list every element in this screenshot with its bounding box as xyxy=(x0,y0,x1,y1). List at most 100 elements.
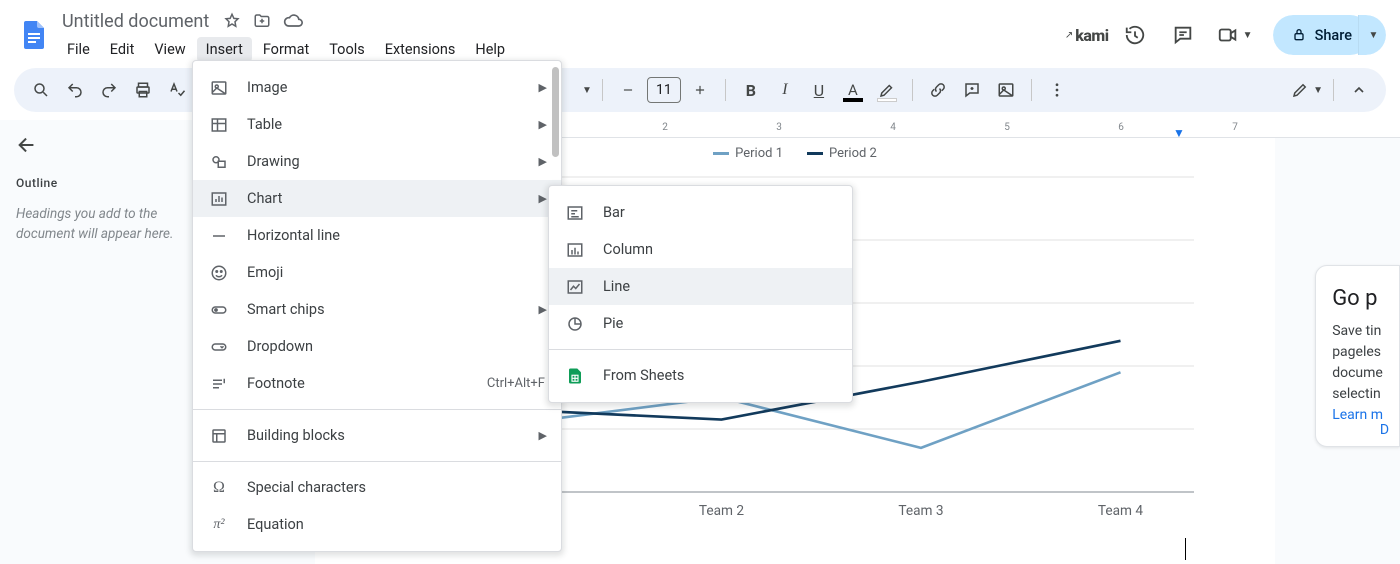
menu-view[interactable]: View xyxy=(145,37,194,62)
add-comment-icon[interactable] xyxy=(957,75,987,105)
highlight-color-icon[interactable] xyxy=(872,75,902,105)
insert-footnote[interactable]: Footnote Ctrl+Alt+F xyxy=(193,365,561,402)
line-chart-icon xyxy=(565,278,585,296)
more-icon[interactable] xyxy=(1042,75,1072,105)
menu-format[interactable]: Format xyxy=(254,37,318,62)
promo-title: Go p xyxy=(1332,286,1383,311)
outline-hint: Headings you add to the document will ap… xyxy=(16,204,179,245)
column-chart-icon xyxy=(565,241,585,259)
pie-chart-icon xyxy=(565,315,585,333)
promo-line: selectin xyxy=(1332,384,1383,405)
cloud-status-icon[interactable] xyxy=(283,11,303,31)
ruler-tick: 4 xyxy=(890,122,896,133)
insert-horizontal-line[interactable]: Horizontal line xyxy=(193,217,561,254)
font-dropdown-caret-icon[interactable]: ▼ xyxy=(582,85,592,96)
decrease-font-icon[interactable] xyxy=(613,75,643,105)
insert-emoji[interactable]: Emoji xyxy=(193,254,561,291)
menu-tools[interactable]: Tools xyxy=(320,37,374,62)
close-outline-icon[interactable] xyxy=(16,134,179,156)
menu-label: Special characters xyxy=(247,479,366,496)
sheets-icon xyxy=(565,367,585,385)
menu-insert[interactable]: Insert xyxy=(197,37,252,62)
insert-table[interactable]: Table▶ xyxy=(193,106,561,143)
italic-icon[interactable]: I xyxy=(770,75,800,105)
chart-pie[interactable]: Pie xyxy=(549,305,852,342)
promo-learn-more[interactable]: Learn m xyxy=(1332,407,1383,423)
chart-line[interactable]: Line xyxy=(549,268,852,305)
insert-equation[interactable]: π² Equation xyxy=(193,506,561,543)
underline-icon[interactable]: U xyxy=(804,75,834,105)
header: Untitled document File Edit View Insert … xyxy=(0,0,1400,64)
print-icon[interactable] xyxy=(128,75,158,105)
redo-icon[interactable] xyxy=(94,75,124,105)
move-icon[interactable] xyxy=(253,11,271,31)
comments-icon[interactable] xyxy=(1169,21,1197,49)
share-dropdown[interactable]: ▼ xyxy=(1358,15,1386,55)
dropdown-icon xyxy=(209,338,229,356)
insert-drawing[interactable]: Drawing▶ xyxy=(193,143,561,180)
history-icon[interactable] xyxy=(1121,21,1149,49)
menu-label: Chart xyxy=(247,190,282,207)
menu-label: Equation xyxy=(247,516,304,533)
increase-font-icon[interactable] xyxy=(685,75,715,105)
text-color-icon[interactable]: A xyxy=(838,75,868,105)
chart-from-sheets[interactable]: From Sheets xyxy=(549,357,852,394)
menu-file[interactable]: File xyxy=(58,37,99,62)
insert-menu-popup: Image▶ Table▶ Drawing▶ Chart▶ Horizontal… xyxy=(192,60,562,552)
menu-bar: File Edit View Insert Format Tools Exten… xyxy=(58,35,1073,63)
ruler-tick: 6 xyxy=(1118,122,1124,133)
menu-label: Column xyxy=(603,241,653,258)
insert-smart-chips[interactable]: Smart chips▶ xyxy=(193,291,561,328)
document-title[interactable]: Untitled document xyxy=(58,9,213,34)
menu-extensions[interactable]: Extensions xyxy=(376,37,465,62)
menu-label: Emoji xyxy=(247,264,283,281)
chart-submenu: Bar Column Line Pie From Sheets xyxy=(548,185,853,403)
emoji-icon xyxy=(209,264,229,282)
image-icon xyxy=(209,79,229,97)
promo-dismiss[interactable]: D xyxy=(1380,422,1389,438)
kami-extension[interactable]: ↗kami xyxy=(1073,21,1101,49)
spellcheck-icon[interactable] xyxy=(162,75,192,105)
chart-bar[interactable]: Bar xyxy=(549,194,852,231)
insert-image-icon[interactable] xyxy=(991,75,1021,105)
chart-xtick: Team 3 xyxy=(898,503,943,519)
insert-chart[interactable]: Chart▶ xyxy=(193,180,561,217)
insert-image[interactable]: Image▶ xyxy=(193,69,561,106)
docs-logo[interactable] xyxy=(14,15,54,55)
ruler-tick: 3 xyxy=(776,122,782,133)
insert-dropdown[interactable]: Dropdown xyxy=(193,328,561,365)
insert-special-characters[interactable]: Ω Special characters xyxy=(193,469,561,506)
star-icon[interactable] xyxy=(223,11,241,31)
menu-help[interactable]: Help xyxy=(466,37,514,62)
legend-series-2: Period 2 xyxy=(829,146,877,161)
outline-panel: Outline Headings you add to the document… xyxy=(0,120,195,564)
promo-line: Save tin xyxy=(1332,321,1383,342)
share-button[interactable]: Share xyxy=(1273,15,1370,55)
menu-shortcut: Ctrl+Alt+F xyxy=(487,376,545,391)
footnote-icon xyxy=(209,375,229,393)
font-size-input[interactable]: 11 xyxy=(647,77,681,103)
legend-series-1: Period 1 xyxy=(735,146,783,161)
menu-label: Horizontal line xyxy=(247,227,340,244)
menu-label: Drawing xyxy=(247,153,300,170)
insert-building-blocks[interactable]: Building blocks▶ xyxy=(193,417,561,454)
chart-xtick: Team 2 xyxy=(699,503,744,519)
ruler-tick: 5 xyxy=(1004,122,1010,133)
meet-icon[interactable]: ▼ xyxy=(1217,21,1253,49)
outline-title: Outline xyxy=(16,176,179,190)
undo-icon[interactable] xyxy=(60,75,90,105)
promo-line: pageles xyxy=(1332,342,1383,363)
menu-label: Smart chips xyxy=(247,301,325,318)
ruler-tick: 7 xyxy=(1232,122,1238,133)
insert-link-icon[interactable] xyxy=(923,75,953,105)
menu-label: Image xyxy=(247,79,287,96)
menu-edit[interactable]: Edit xyxy=(101,37,144,62)
chart-column[interactable]: Column xyxy=(549,231,852,268)
editing-mode-icon[interactable]: ▼ xyxy=(1291,75,1323,105)
building-blocks-icon xyxy=(209,427,229,445)
collapse-toolbar-icon[interactable] xyxy=(1344,75,1374,105)
chart-xtick: Team 4 xyxy=(1098,503,1143,519)
bold-icon[interactable]: B xyxy=(736,75,766,105)
chart-icon xyxy=(209,190,229,208)
search-icon[interactable] xyxy=(26,75,56,105)
